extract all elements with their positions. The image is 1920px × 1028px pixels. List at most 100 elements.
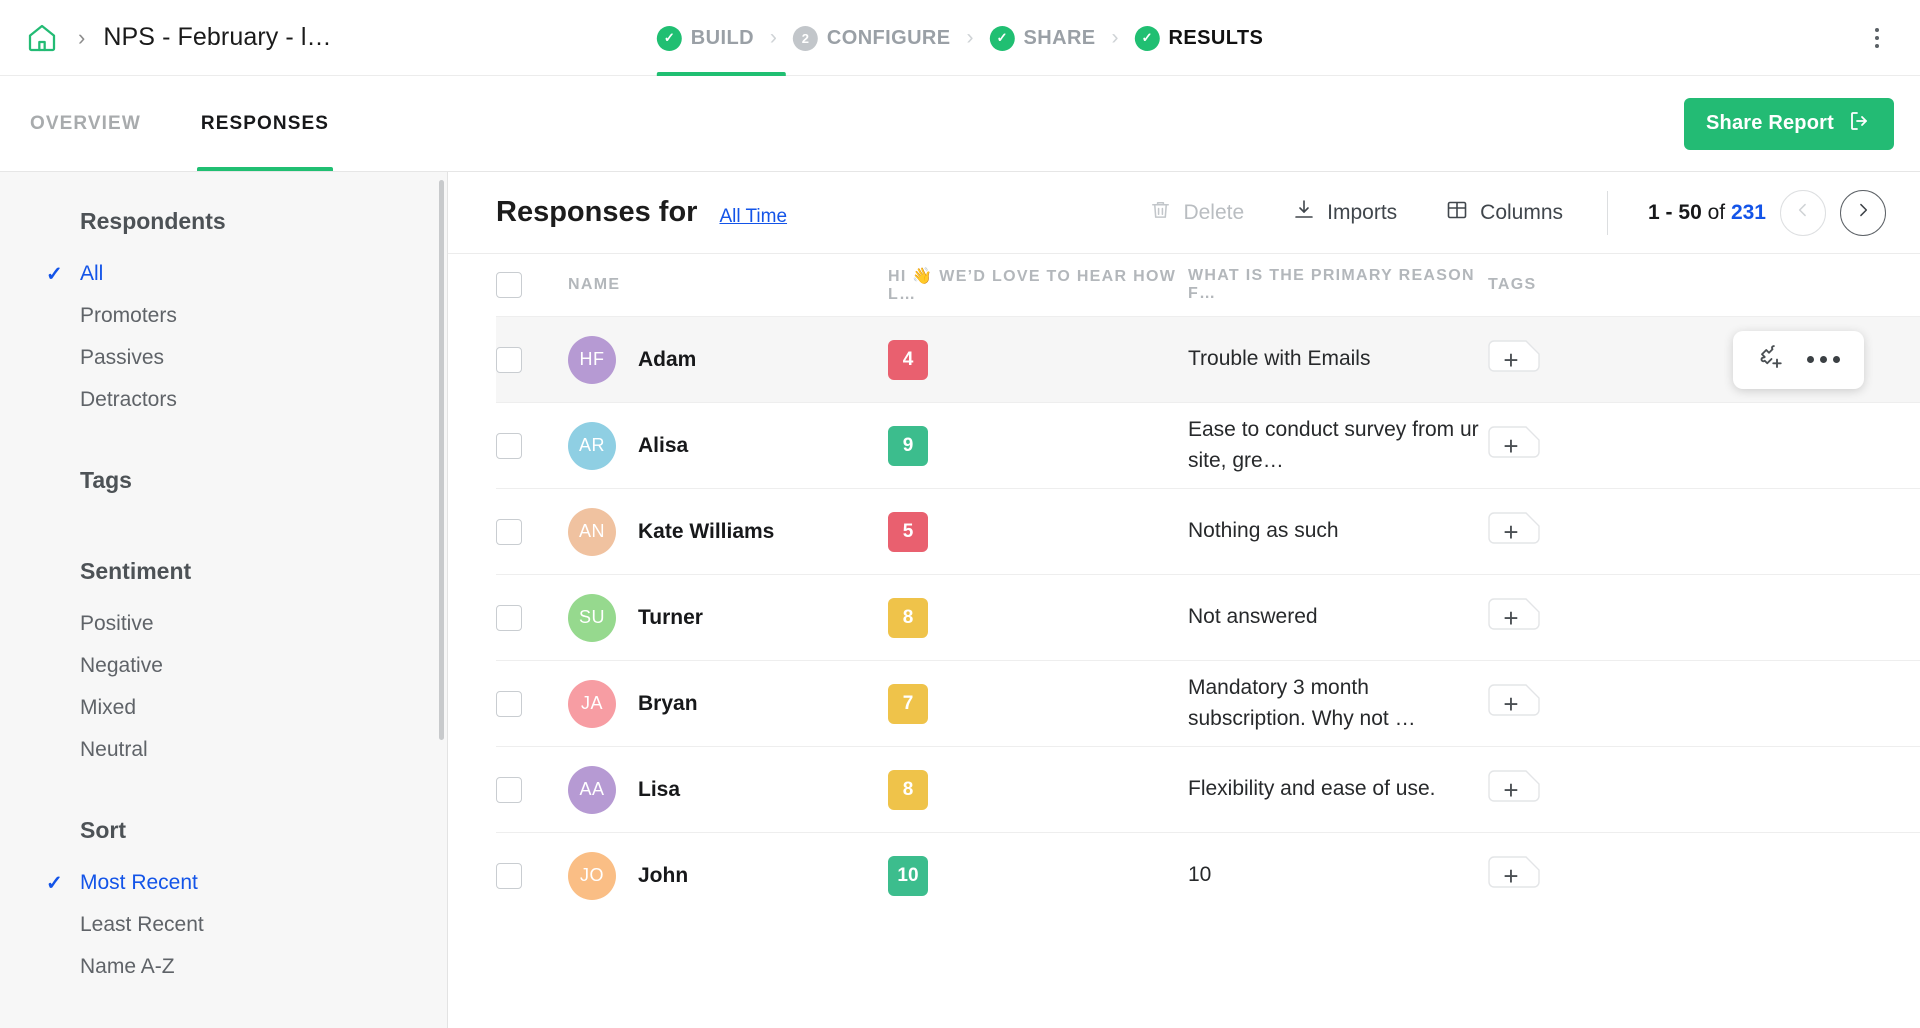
row-checkbox[interactable] [496,347,522,373]
home-icon[interactable] [22,18,62,58]
reason-text: Ease to conduct survey from ur site, gre… [1188,415,1488,476]
puzzle-add-icon[interactable] [1757,342,1787,377]
respondent-name: Alisa [638,434,688,458]
step-configure[interactable]: 2 CONFIGURE [793,0,951,76]
step-share[interactable]: ✓ SHARE [990,0,1096,76]
sidebar-item-negative[interactable]: Negative [80,645,447,687]
tab-responses[interactable]: RESPONSES [197,76,333,171]
score-badge: 4 [888,340,928,380]
respondent-name: Kate Williams [638,520,774,544]
prev-page-button[interactable] [1780,190,1826,236]
sidebar-item-passives[interactable]: Passives [80,337,447,379]
share-exit-icon [1848,109,1872,139]
row-actions [1733,331,1864,389]
reason-cell: Ease to conduct survey from ur site, gre… [1188,415,1488,476]
row-select-cell [496,433,568,459]
tag-add-icon[interactable]: + [1488,856,1540,896]
column-header-tags[interactable]: TAGS [1488,276,1920,294]
respondent-name: Bryan [638,692,698,716]
chevron-left-icon [1793,200,1813,225]
step-configure-badge: 2 [793,26,818,51]
tab-overview[interactable]: OVERVIEW [26,76,145,171]
reason-text: Flexibility and ease of use. [1188,774,1488,804]
respondent-cell: AR Alisa [568,422,888,470]
sidebar-item-mixed[interactable]: Mixed [80,687,447,729]
sidebar-item-positive[interactable]: Positive [80,603,447,645]
score-cell: 4 [888,340,1188,380]
table-row[interactable]: AALisa8Flexibility and ease of use.+ [496,746,1920,832]
delete-button[interactable]: Delete [1149,198,1244,227]
avatar: AR [568,422,616,470]
table-row[interactable]: ANKate Williams5Nothing as such+ [496,488,1920,574]
row-checkbox[interactable] [496,605,522,631]
row-checkbox[interactable] [496,863,522,889]
filter-sidebar: Respondents ✓ All Promoters Passives Det… [0,172,448,1028]
survey-title[interactable]: NPS - February - l… [103,23,331,52]
sidebar-item-neutral[interactable]: Neutral [80,729,447,771]
respondent-name: Turner [638,606,703,630]
step-share-label: SHARE [1024,27,1096,50]
table-row[interactable]: HFAdam4Trouble with Emails+ [496,316,1920,402]
imports-button[interactable]: Imports [1292,198,1397,228]
select-all-checkbox[interactable] [496,272,522,298]
table-row[interactable]: AR Alisa 9Ease to conduct survey from ur s… [496,402,1920,488]
reason-text: 10 [1188,860,1488,890]
row-checkbox[interactable] [496,691,522,717]
column-header-name[interactable]: NAME [568,276,888,294]
step-arrow-2: › [967,26,974,50]
score-badge: 10 [888,856,928,896]
sidebar-title-sort: Sort [80,817,447,844]
kebab-menu-icon[interactable] [1860,21,1894,55]
columns-button[interactable]: Columns [1445,198,1563,228]
score-cell: 8 [888,598,1188,638]
sidebar-item-least-recent[interactable]: Least Recent [80,904,447,946]
tag-add-icon[interactable]: + [1488,512,1540,552]
avatar: AN [568,508,616,556]
sidebar-group-tags: Tags [0,467,447,494]
check-icon: ✓ [46,262,63,287]
tag-add-icon[interactable]: + [1488,770,1540,810]
tag-add-icon[interactable]: + [1488,426,1540,466]
reason-cell: Trouble with Emails [1188,344,1488,374]
pagination: 1 - 50 of 231 [1648,190,1886,236]
share-report-label: Share Report [1706,112,1834,135]
column-header-score[interactable]: HI 👋 WE’D LOVE TO HEAR HOW L… [888,266,1188,304]
row-checkbox[interactable] [496,433,522,459]
sidebar-item-name-az[interactable]: Name A-Z [80,946,447,988]
step-build[interactable]: ✓ BUILD [657,0,754,76]
reason-cell: Not answered [1188,602,1488,632]
share-report-button[interactable]: Share Report [1684,98,1894,150]
sidebar-spacer-1 [0,421,447,467]
table-row[interactable]: JOJohn1010+ [496,832,1920,918]
sidebar-item-detractors[interactable]: Detractors [80,379,447,421]
step-arrow-1: › [770,26,777,50]
next-page-button[interactable] [1840,190,1886,236]
page-title: Responses for [496,196,697,229]
row-select-cell [496,605,568,631]
respondent-cell: AALisa [568,766,888,814]
sidebar-item-most-recent[interactable]: ✓ Most Recent [80,862,447,904]
reason-cell: Mandatory 3 month subscription. Why not … [1188,673,1488,734]
row-checkbox[interactable] [496,519,522,545]
sidebar-item-all[interactable]: ✓ All [80,253,447,295]
date-filter-link[interactable]: All Time [719,206,787,228]
sidebar-item-promoters[interactable]: Promoters [80,295,447,337]
reason-text: Trouble with Emails [1188,344,1488,374]
row-select-cell [496,691,568,717]
table-row[interactable]: SUTurner8Not answered+ [496,574,1920,660]
delete-label: Delete [1183,201,1244,225]
tags-cell: + [1488,598,1920,638]
download-icon [1292,198,1316,228]
tag-add-icon[interactable]: + [1488,598,1540,638]
more-dots-icon[interactable] [1807,356,1840,363]
tag-add-icon[interactable]: + [1488,684,1540,724]
step-results[interactable]: ✓ RESULTS [1135,0,1264,76]
table-row[interactable]: JABryan7Mandatory 3 month subscription. … [496,660,1920,746]
row-checkbox[interactable] [496,777,522,803]
score-cell: 9 [888,426,1188,466]
tab-bar: OVERVIEW RESPONSES Share Report [0,76,1920,172]
column-header-reason[interactable]: WHAT IS THE PRIMARY REASON F… [1188,267,1488,303]
sidebar-spacer-3 [0,771,447,817]
sidebar-scrollbar[interactable] [439,180,444,740]
tag-add-icon[interactable]: + [1488,340,1540,380]
